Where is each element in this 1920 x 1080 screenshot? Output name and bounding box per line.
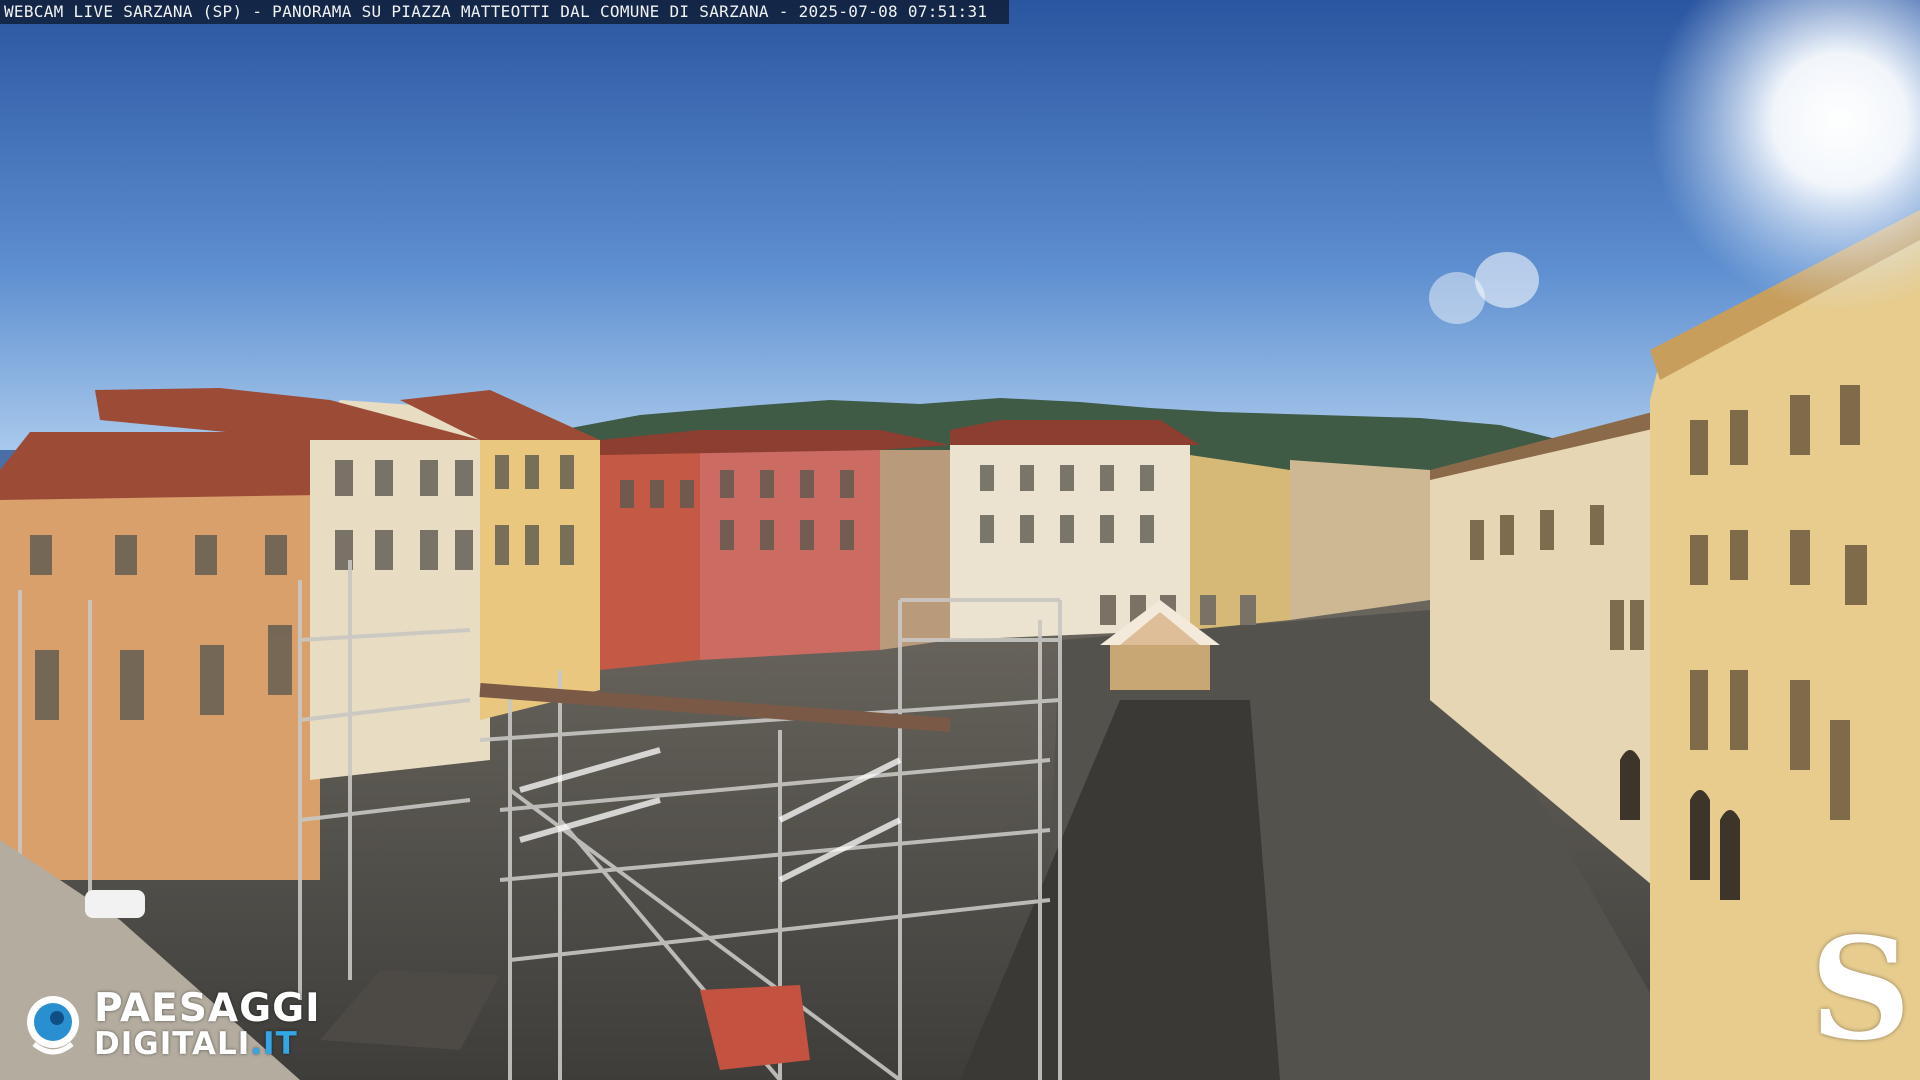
- logo-text-name: DIGITALI: [94, 1026, 251, 1062]
- sky: [0, 0, 1920, 450]
- building-cream: [310, 400, 490, 780]
- logo-text-top: PAESAGGI: [94, 986, 321, 1031]
- logo-text-bottom: DIGITALI.IT: [94, 1026, 298, 1062]
- lens-flare: [1475, 252, 1539, 308]
- logo-text-tld: .IT: [250, 1026, 298, 1062]
- paesaggi-digitali-logo: PAESAGGI DIGITALI.IT: [24, 986, 344, 1064]
- building-beige: [880, 450, 950, 650]
- eye-icon: [27, 996, 79, 1055]
- webcam-view: WEBCAM LIVE SARZANA (SP) - PANORAMA SU P…: [0, 0, 1920, 1080]
- webcam-caption: WEBCAM LIVE SARZANA (SP) - PANORAMA SU P…: [0, 0, 1010, 24]
- parked-car: [85, 890, 145, 918]
- webcam-image: [0, 0, 1920, 1080]
- sarzana-s-logo: S: [1810, 908, 1912, 1072]
